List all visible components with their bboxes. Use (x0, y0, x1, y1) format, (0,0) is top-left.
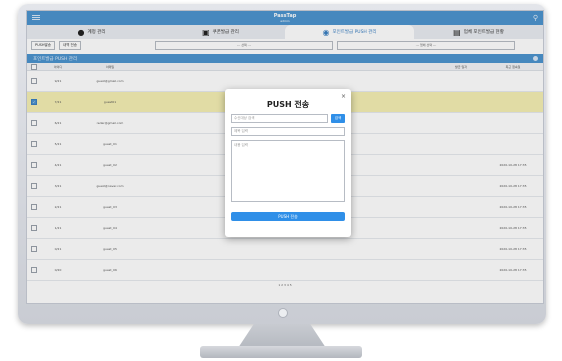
power-button (278, 308, 288, 318)
screen: PassTap admin ⚲ ● 계정 관리 ▣ 쿠폰발급 관리 ◉ 포인트발… (26, 10, 544, 304)
push-modal: × PUSH 전송 수신대상 검색 검색 제목 입력 내용 입력 PUSH 전송 (225, 89, 351, 237)
close-icon[interactable]: × (341, 93, 346, 100)
search-button[interactable]: 검색 (331, 114, 345, 123)
push-send-submit-button[interactable]: PUSH 전송 (231, 212, 345, 221)
monitor-stand (238, 324, 326, 348)
subject-input[interactable]: 제목 입력 (231, 127, 345, 136)
modal-title: PUSH 전송 (266, 100, 310, 109)
message-textarea[interactable]: 내용 입력 (231, 140, 345, 202)
monitor-base (200, 346, 362, 358)
recipient-search-input[interactable]: 수신대상 검색 (231, 114, 328, 123)
